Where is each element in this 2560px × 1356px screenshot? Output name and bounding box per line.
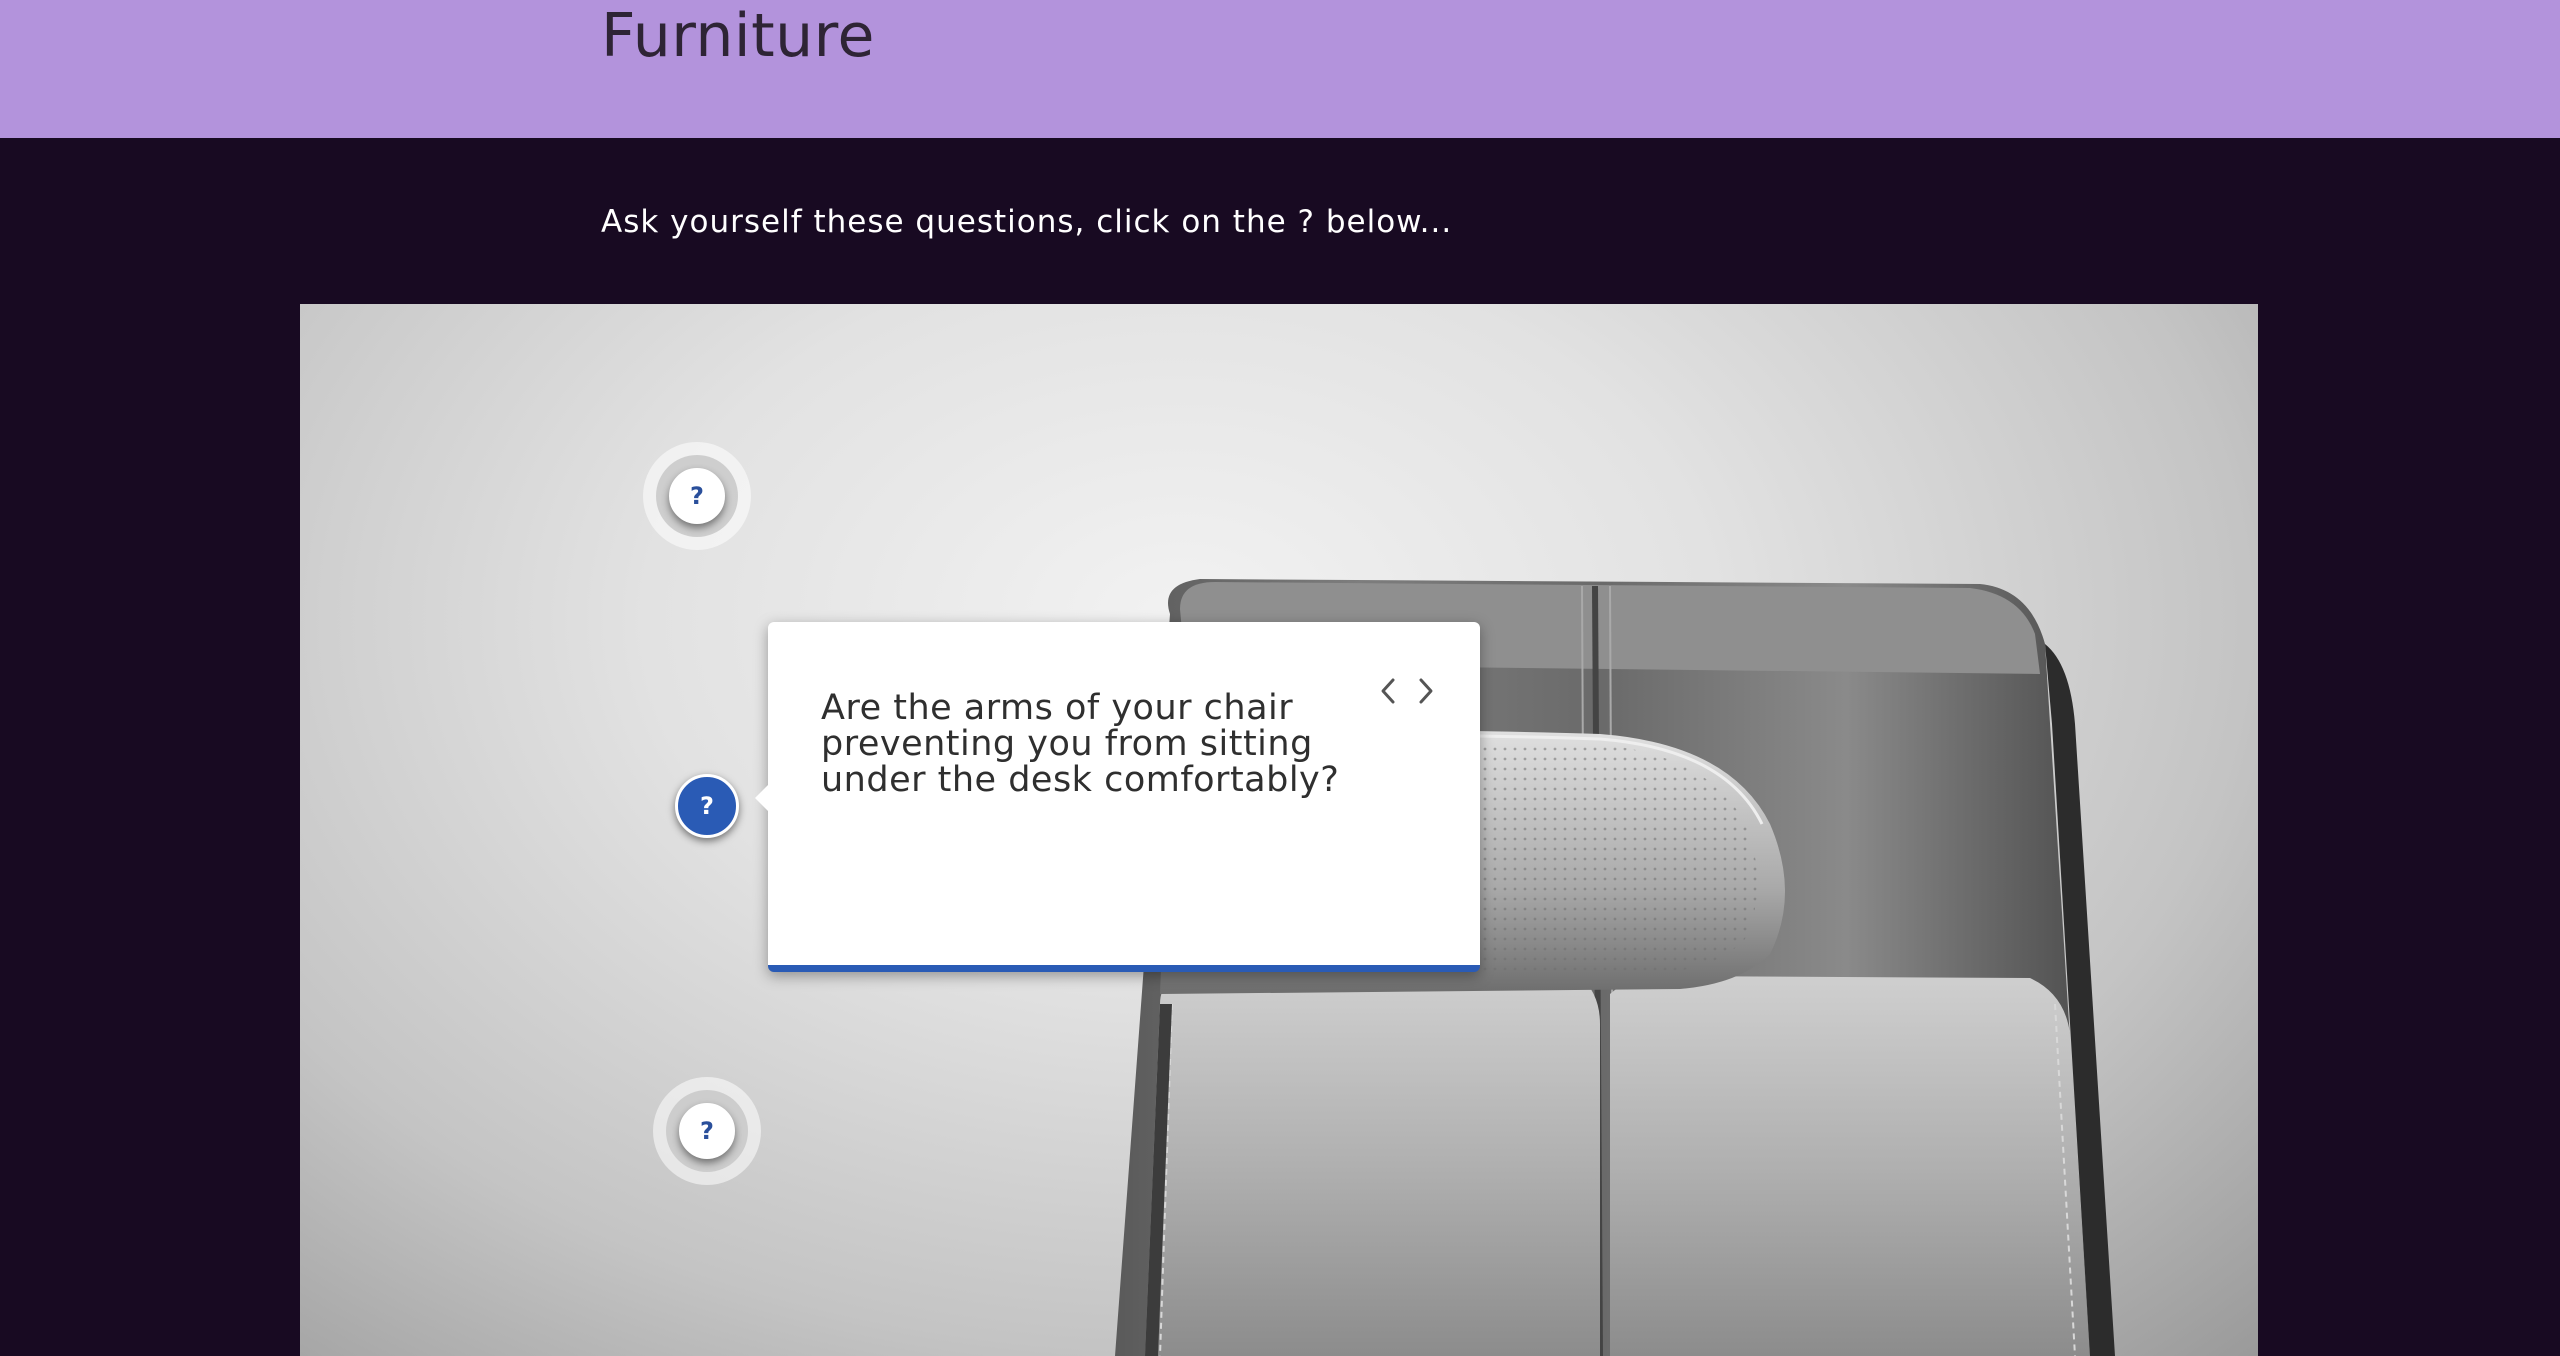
question-mark-icon[interactable]: ? — [669, 468, 725, 524]
popup-question-text: Are the arms of your chair preventing yo… — [821, 688, 1340, 800]
next-button[interactable] — [1411, 674, 1441, 708]
hotspot-1[interactable]: ? — [643, 442, 751, 550]
hotspot-3[interactable]: ? — [653, 1077, 761, 1185]
hotspot-pulse-ring: ? — [656, 455, 738, 537]
prev-button[interactable] — [1373, 674, 1403, 708]
hotspot-2-active[interactable]: ? — [675, 774, 739, 838]
page-header: Furniture — [0, 0, 2560, 138]
hotspot-pulse-ring: ? — [666, 1090, 748, 1172]
chevron-left-icon — [1381, 678, 1395, 704]
hotspot-image-scene: ? ? ? Are the arms of your chair prevent… — [300, 304, 2258, 1356]
popup-pointer — [755, 785, 768, 811]
hotspot-popup: Are the arms of your chair preventing yo… — [755, 622, 1480, 972]
chevron-right-icon — [1419, 678, 1433, 704]
page-title: Furniture — [601, 1, 875, 71]
question-mark-icon[interactable]: ? — [679, 1103, 735, 1159]
intro-text: Ask yourself these questions, click on t… — [601, 204, 1453, 240]
